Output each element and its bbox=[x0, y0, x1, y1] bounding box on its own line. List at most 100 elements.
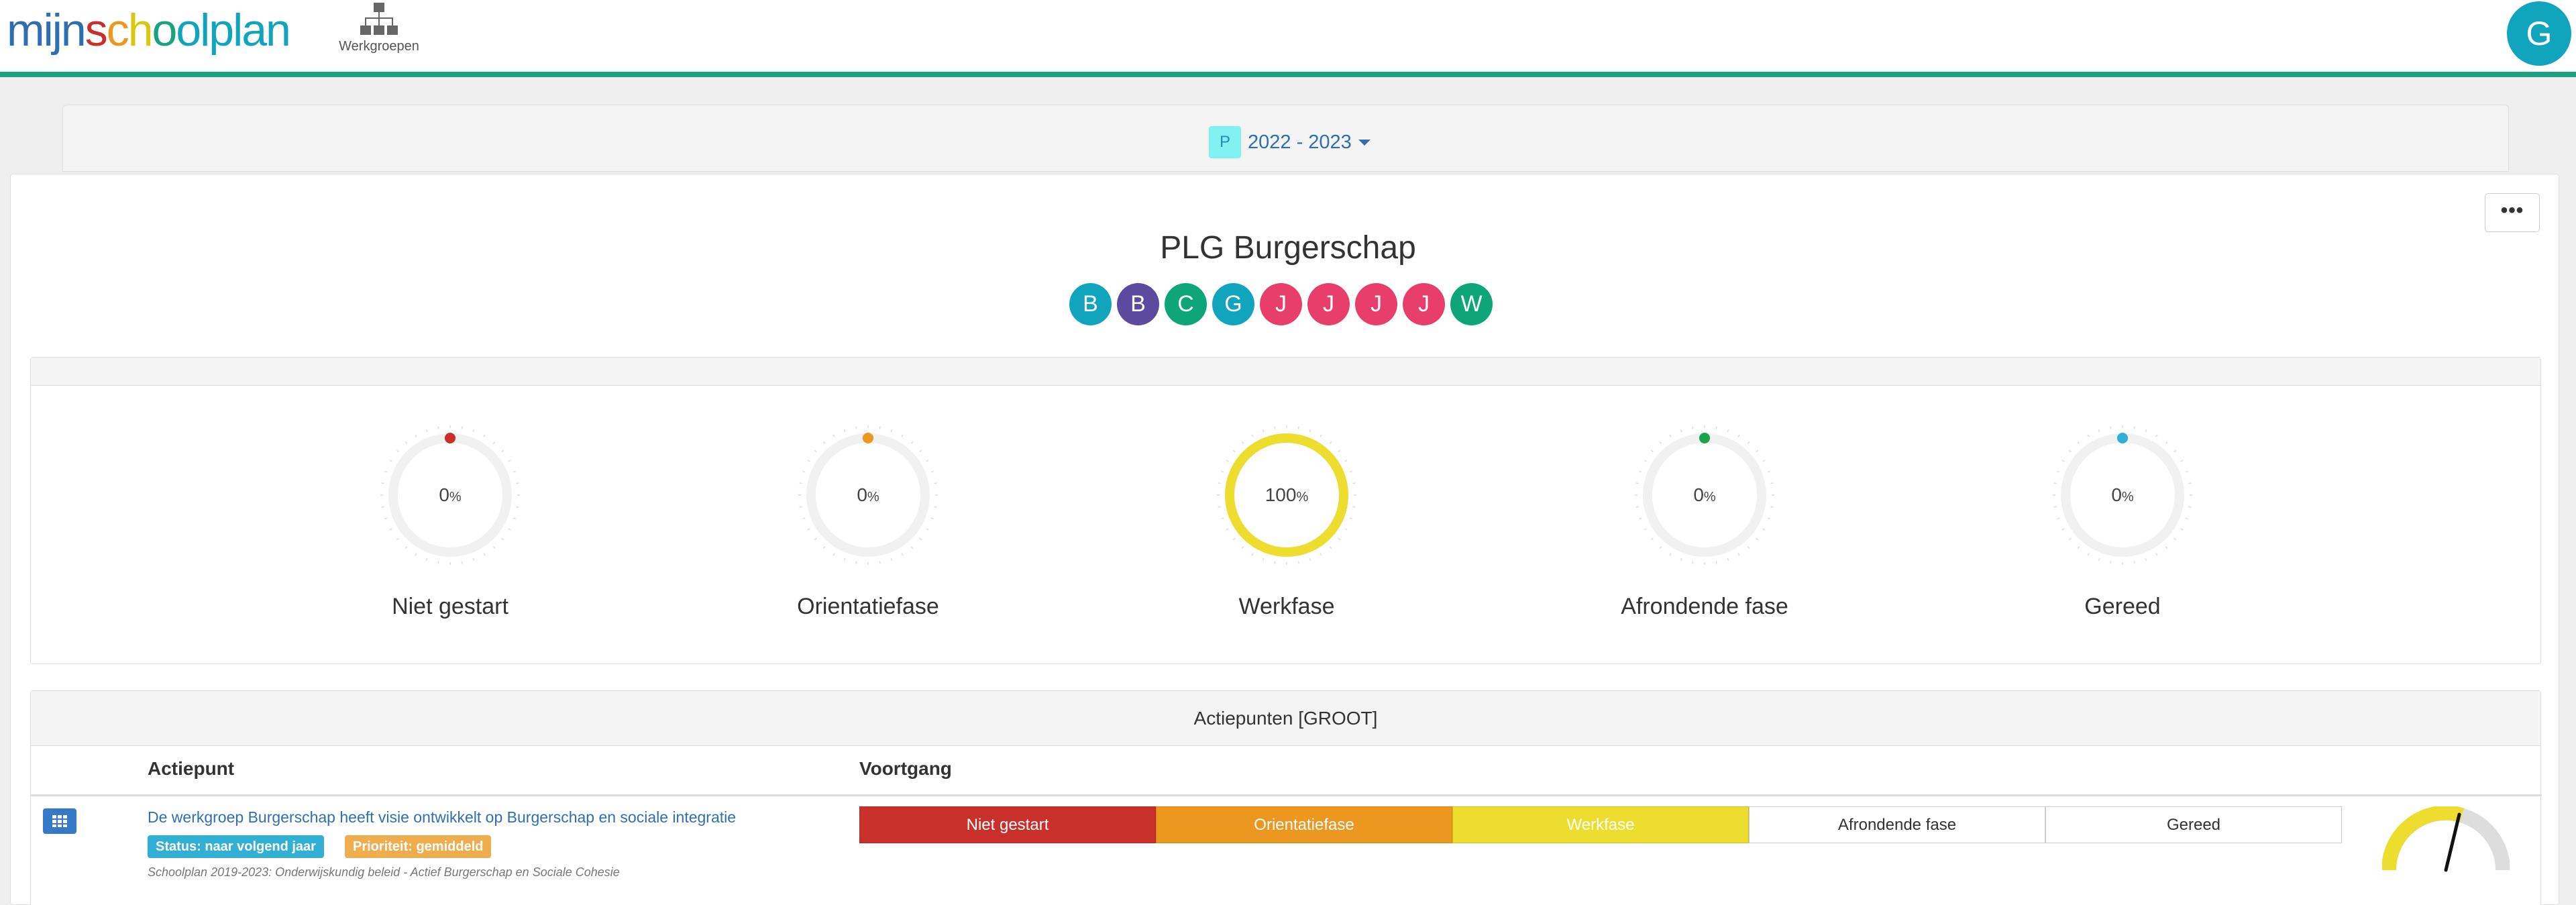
gauge-tick bbox=[1650, 449, 1654, 453]
phase-gauge: 0% bbox=[1635, 425, 1774, 565]
gauge-tick bbox=[1221, 517, 1224, 520]
gauge-tick bbox=[1756, 449, 1759, 453]
gauge-tick bbox=[381, 482, 384, 484]
member-avatar[interactable]: C bbox=[1165, 283, 1207, 325]
gauge-percent-text: 0% bbox=[857, 484, 879, 505]
gauge-tick bbox=[2180, 528, 2184, 531]
workgroups-nav-button[interactable]: Werkgroepen bbox=[339, 3, 419, 54]
member-avatar[interactable]: G bbox=[1212, 283, 1254, 325]
member-avatar[interactable]: W bbox=[1450, 283, 1493, 325]
logo-part: o bbox=[152, 5, 178, 56]
more-options-button[interactable]: ••• bbox=[2485, 193, 2540, 232]
gauge-tick bbox=[2110, 561, 2112, 564]
gauge-tick bbox=[1715, 426, 1717, 429]
member-avatar[interactable]: B bbox=[1117, 283, 1159, 325]
gauge-tick bbox=[1737, 553, 1740, 556]
priority-badge: Prioriteit: gemiddeld bbox=[345, 835, 492, 858]
grid-icon bbox=[52, 815, 67, 827]
gauge-tick bbox=[855, 426, 857, 429]
gauge-tick bbox=[2145, 557, 2147, 561]
action-point-link[interactable]: De werkgroep Burgerschap heeft visie ont… bbox=[148, 808, 736, 827]
header-divider bbox=[31, 794, 2542, 796]
gauge-tick bbox=[1715, 561, 1717, 564]
col-header-actiepunt[interactable]: Actiepunt bbox=[148, 758, 234, 780]
col-header-voortgang[interactable]: Voortgang bbox=[859, 758, 952, 780]
gauge-percent-unit: % bbox=[2122, 490, 2134, 504]
member-avatars: B B C G J J J J W bbox=[1069, 283, 1493, 325]
phase-gauge: 0% bbox=[380, 425, 520, 565]
phase-label: Werkfase bbox=[1238, 594, 1335, 619]
gauge-tick bbox=[2077, 546, 2080, 549]
gauge-tick bbox=[1338, 537, 1341, 541]
gauge-tick bbox=[415, 553, 417, 556]
gauge-tick bbox=[2165, 441, 2168, 444]
phase-label: Gereed bbox=[2084, 594, 2161, 619]
gauge-tick bbox=[890, 557, 893, 561]
gauge-tick bbox=[1218, 482, 1221, 484]
gauge-tick bbox=[492, 546, 496, 549]
gauge-tick bbox=[2165, 546, 2168, 549]
gauge-tick bbox=[1669, 434, 1672, 437]
gauge-tick bbox=[1232, 537, 1236, 541]
gauge-tick bbox=[2068, 537, 2072, 541]
phases-panel-header bbox=[31, 358, 2540, 386]
gauge-marker-dot bbox=[1699, 433, 1710, 443]
gauge-tick bbox=[890, 429, 893, 433]
gauge-tick bbox=[1644, 460, 1647, 462]
stage-niet-gestart[interactable]: Niet gestart bbox=[859, 806, 1156, 843]
member-avatar[interactable]: J bbox=[1260, 283, 1302, 325]
year-label: 2022 - 2023 bbox=[1248, 131, 1352, 153]
gauge-tick bbox=[2053, 482, 2057, 484]
progress-speedometer bbox=[2382, 806, 2510, 872]
gauge-tick bbox=[1762, 528, 1766, 531]
sitemap-icon bbox=[360, 3, 398, 35]
gauge-tick bbox=[1297, 561, 1299, 564]
gauge-tick bbox=[2133, 561, 2135, 564]
member-avatar[interactable]: J bbox=[1355, 283, 1397, 325]
logo-part: c bbox=[106, 5, 129, 56]
member-avatar[interactable]: J bbox=[1403, 283, 1445, 325]
gauge-marker-dot bbox=[863, 433, 873, 443]
gauge-tick bbox=[2188, 482, 2192, 484]
gauge-tick bbox=[1349, 517, 1352, 520]
gauge-tick bbox=[843, 557, 846, 561]
gauge-tick bbox=[492, 441, 496, 444]
details-grid-button[interactable] bbox=[43, 808, 76, 834]
gauge-tick bbox=[807, 460, 810, 462]
user-avatar[interactable]: G bbox=[2507, 1, 2571, 66]
gauge-tick bbox=[930, 470, 934, 473]
phase-gereed: 0% Gereed bbox=[2022, 425, 2223, 620]
gauge-tick bbox=[1747, 441, 1750, 444]
gauge-marker-dot bbox=[445, 433, 455, 443]
gauge-tick bbox=[2155, 553, 2158, 556]
gauge-tick bbox=[2185, 517, 2188, 520]
member-avatar[interactable]: J bbox=[1307, 283, 1350, 325]
gauge-tick bbox=[833, 434, 835, 437]
gauge-percent-text: 0% bbox=[1693, 484, 1716, 505]
gauge-tick bbox=[1767, 517, 1770, 520]
member-avatar[interactable]: B bbox=[1069, 283, 1112, 325]
stage-orientatiefase[interactable]: Orientatiefase bbox=[1156, 806, 1452, 843]
gauge-percent-text: 100% bbox=[1265, 484, 1309, 505]
gauge-tick bbox=[1309, 557, 1311, 561]
gauge-tick bbox=[1680, 557, 1682, 561]
gauge-tick bbox=[1344, 528, 1348, 531]
gauge-marker-dot bbox=[2117, 433, 2128, 443]
stage-werkfase[interactable]: Werkfase bbox=[1452, 806, 1749, 843]
gauge-tick bbox=[814, 537, 817, 541]
stage-gereed[interactable]: Gereed bbox=[2045, 806, 2342, 843]
gauge-tick bbox=[814, 449, 817, 453]
app-logo[interactable]: mijnschoolplan bbox=[7, 4, 291, 56]
gauge-tick bbox=[879, 426, 881, 429]
gauge-tick bbox=[1226, 528, 1229, 531]
gauge-tick bbox=[901, 434, 904, 437]
gauge-tick bbox=[396, 537, 399, 541]
gauge-tick bbox=[879, 561, 881, 564]
gauge-tick bbox=[802, 517, 806, 520]
gauge-tick bbox=[799, 482, 802, 484]
gauge-tick bbox=[2057, 517, 2060, 520]
stage-afrondende-fase[interactable]: Afrondende fase bbox=[1749, 806, 2045, 843]
phase-niet-gestart: 0% Niet gestart bbox=[350, 425, 551, 620]
year-selector-dropdown[interactable]: P 2022 - 2023 bbox=[1209, 125, 1371, 159]
gauge-tick bbox=[1639, 517, 1642, 520]
